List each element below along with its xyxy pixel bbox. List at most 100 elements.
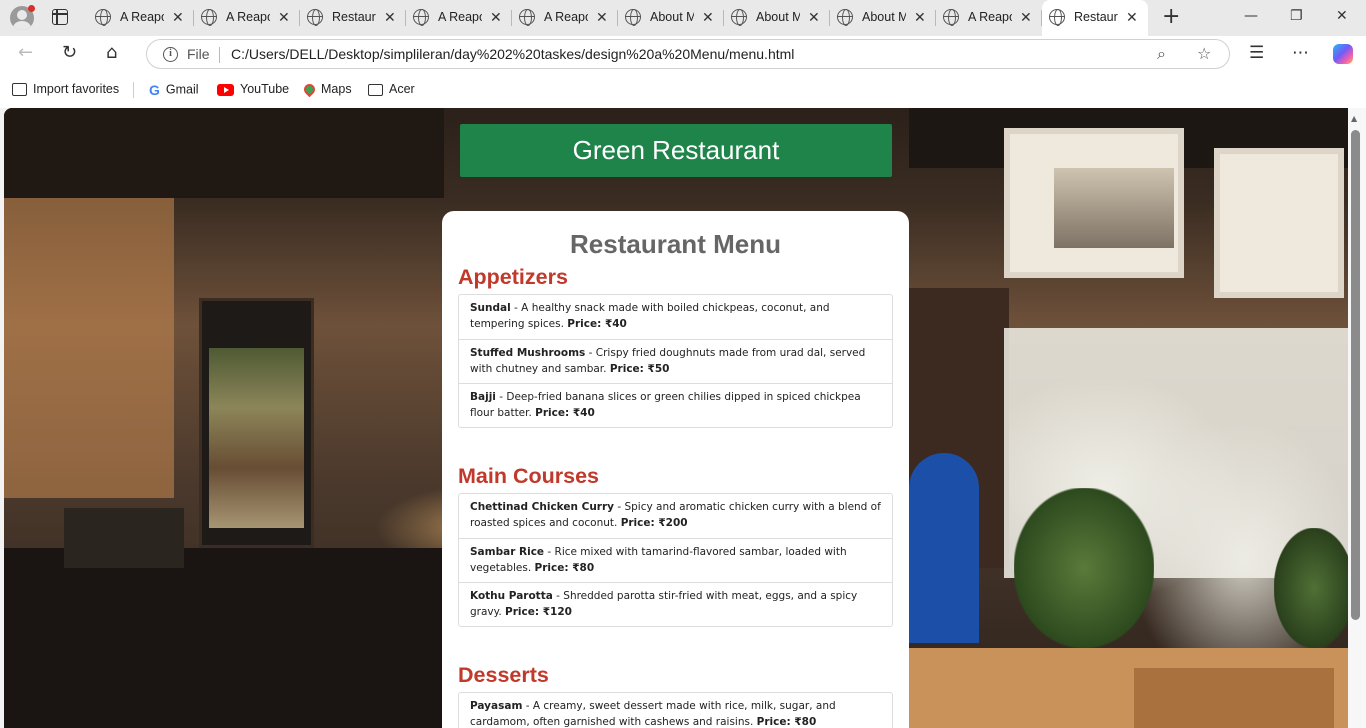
globe-icon xyxy=(1049,9,1065,26)
site-header: Green Restaurant xyxy=(460,124,892,177)
minimize-button[interactable]: — xyxy=(1244,8,1258,24)
more-menu-icon[interactable]: ⋯ xyxy=(1292,43,1309,63)
item-description: - A healthy snack made with boiled chick… xyxy=(470,302,830,330)
browser-tab[interactable]: About M ✕ xyxy=(830,0,936,36)
info-icon[interactable]: i xyxy=(163,47,178,62)
menu-section-main-courses: Main Courses Chettinad Chicken Curry - S… xyxy=(458,461,893,627)
globe-icon xyxy=(943,9,959,26)
browser-tab[interactable]: About M ✕ xyxy=(724,0,830,36)
menu-item-list: Chettinad Chicken Curry - Spicy and arom… xyxy=(458,493,893,627)
scroll-up-arrow-icon[interactable]: ▲ xyxy=(1351,114,1357,123)
item-price: Price: ₹200 xyxy=(620,517,688,529)
globe-icon xyxy=(307,9,323,26)
item-price: Price: ₹120 xyxy=(505,606,572,618)
item-name: Sundal xyxy=(470,302,511,314)
globe-icon xyxy=(731,9,747,26)
tab-close-button[interactable]: ✕ xyxy=(490,9,502,25)
menu-item: Chettinad Chicken Curry - Spicy and arom… xyxy=(459,494,892,538)
section-title: Main Courses xyxy=(458,464,599,488)
section-title: Desserts xyxy=(458,663,549,687)
tab-close-button[interactable]: ✕ xyxy=(914,9,926,25)
favorite-star-icon[interactable]: ☆ xyxy=(1197,45,1211,63)
item-price: Price: ₹80 xyxy=(756,716,817,728)
scrollbar-thumb[interactable] xyxy=(1351,130,1360,620)
new-tab-button[interactable]: + xyxy=(1162,6,1180,28)
tab-title: A Reapo xyxy=(544,10,588,24)
globe-icon xyxy=(201,9,217,26)
copilot-icon[interactable] xyxy=(1333,44,1353,64)
google-icon: G xyxy=(149,82,160,98)
menu-title: Restaurant Menu xyxy=(570,229,781,259)
browser-tab-active[interactable]: Restaura ✕ xyxy=(1042,0,1148,36)
item-description: - Deep-fried banana slices or green chil… xyxy=(470,391,861,419)
tab-close-button[interactable]: ✕ xyxy=(596,9,608,25)
item-price: Price: ₹40 xyxy=(567,318,627,330)
item-name: Bajji xyxy=(470,391,496,403)
tab-actions-icon[interactable] xyxy=(52,9,68,25)
bookmark-import-favorites[interactable]: Import favorites xyxy=(12,82,120,97)
item-name: Payasam xyxy=(470,700,523,712)
browser-toolbar: ← ↻ ⌂ i File C:/Users/DELL/Desktop/simpl… xyxy=(0,36,1366,72)
menu-item: Bajji - Deep-fried banana slices or gree… xyxy=(459,383,892,427)
globe-icon xyxy=(837,9,853,26)
item-name: Kothu Parotta xyxy=(470,590,553,602)
bookmark-acer[interactable]: Acer xyxy=(368,82,415,96)
folder-icon xyxy=(368,83,383,96)
tab-title: Restaura xyxy=(332,10,376,24)
browser-tab[interactable]: A Reapo ✕ xyxy=(88,0,194,36)
home-icon[interactable]: ⌂ xyxy=(106,43,117,63)
tab-title: About M xyxy=(756,10,800,24)
bookmark-label: Gmail xyxy=(165,82,199,97)
url-text[interactable]: C:/Users/DELL/Desktop/simplileran/day%20… xyxy=(231,46,794,62)
bookmark-label: YouTube xyxy=(240,82,290,96)
maximize-button[interactable]: ❐ xyxy=(1290,8,1303,24)
tab-close-button[interactable]: ✕ xyxy=(1126,9,1138,25)
tab-title: About M xyxy=(862,10,906,24)
tab-close-button[interactable]: ✕ xyxy=(702,9,714,25)
tab-title: Restaura xyxy=(1074,10,1118,24)
bookmark-label: Import favorites xyxy=(33,82,120,96)
browser-tab[interactable]: A Reapo ✕ xyxy=(512,0,618,36)
bookmark-gmail[interactable]: G Gmail xyxy=(149,82,199,98)
bookmarks-bar: Import favorites G Gmail YouTube Maps Ace… xyxy=(0,72,1366,108)
tab-close-button[interactable]: ✕ xyxy=(172,9,184,25)
refresh-icon[interactable]: ↻ xyxy=(62,43,77,63)
tab-title: About M xyxy=(650,10,694,24)
browser-tab[interactable]: About M ✕ xyxy=(618,0,724,36)
item-name: Sambar Rice xyxy=(470,546,545,558)
tab-strip: A Reapo ✕ A Reapo ✕ Restaura ✕ A Reapo ✕… xyxy=(0,0,1366,36)
tab-close-button[interactable]: ✕ xyxy=(384,9,396,25)
page-viewport: Green Restaurant Restaurant Menu Appetiz… xyxy=(4,108,1348,728)
youtube-icon xyxy=(217,83,234,96)
browser-tab[interactable]: Restaura ✕ xyxy=(300,0,406,36)
tab-title: A Reapo xyxy=(120,10,164,24)
item-name: Chettinad Chicken Curry xyxy=(470,501,615,513)
window-close-button[interactable]: ✕ xyxy=(1336,8,1348,24)
globe-icon xyxy=(625,9,641,26)
item-name: Stuffed Mushrooms xyxy=(470,347,586,359)
menu-item: Sambar Rice - Rice mixed with tamarind-f… xyxy=(459,538,892,582)
zoom-icon[interactable]: ⌕ xyxy=(1157,45,1166,63)
favorites-icon[interactable]: ☰ xyxy=(1249,43,1264,63)
globe-icon xyxy=(519,9,535,26)
menu-item: Payasam - A creamy, sweet dessert made w… xyxy=(459,693,892,728)
maps-pin-icon xyxy=(301,81,318,98)
menu-item: Sundal - A healthy snack made with boile… xyxy=(459,295,892,339)
import-icon xyxy=(12,83,27,97)
menu-section-appetizers: Appetizers Sundal - A healthy snack made… xyxy=(458,262,893,428)
back-arrow-icon[interactable]: ← xyxy=(18,43,33,63)
globe-icon xyxy=(413,9,429,26)
bookmark-youtube[interactable]: YouTube xyxy=(217,82,289,96)
browser-tab[interactable]: A Reapo ✕ xyxy=(936,0,1042,36)
menu-card: Restaurant Menu Appetizers Sundal - A he… xyxy=(442,211,909,728)
bookmark-maps[interactable]: Maps xyxy=(301,81,352,98)
url-scheme: File xyxy=(187,46,210,62)
tab-close-button[interactable]: ✕ xyxy=(278,9,290,25)
bookmark-label: Acer xyxy=(389,82,415,96)
menu-item-list: Sundal - A healthy snack made with boile… xyxy=(458,294,893,428)
browser-tab[interactable]: A Reapo ✕ xyxy=(406,0,512,36)
browser-tab[interactable]: A Reapo ✕ xyxy=(194,0,300,36)
address-bar[interactable]: i File C:/Users/DELL/Desktop/simplileran… xyxy=(146,39,1230,69)
tab-close-button[interactable]: ✕ xyxy=(1020,9,1032,25)
tab-close-button[interactable]: ✕ xyxy=(808,9,820,25)
